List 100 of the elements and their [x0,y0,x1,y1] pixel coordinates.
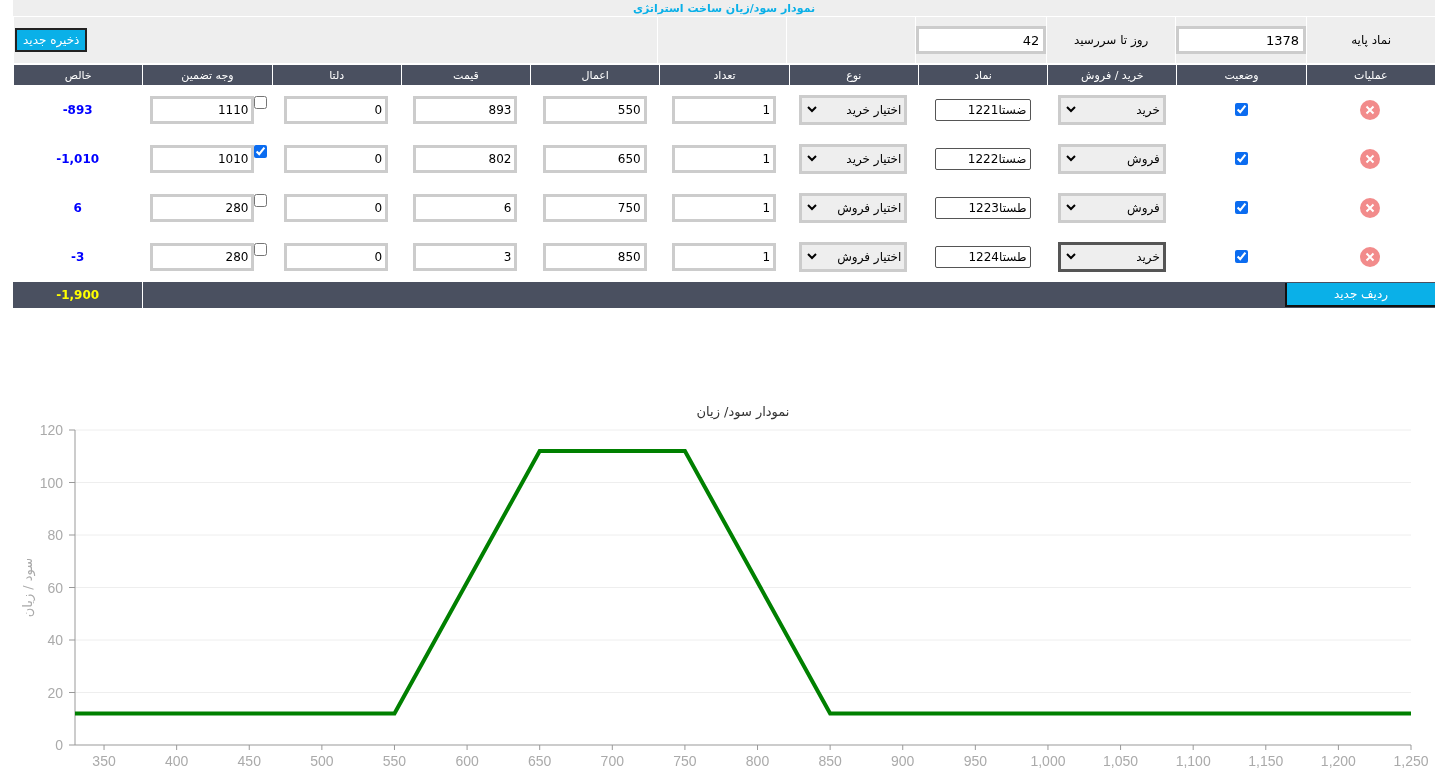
input-field[interactable]: 1110 [150,95,255,124]
column-header: وجه تضمین [142,65,272,85]
input-field[interactable]: 1378 [1176,26,1307,54]
dropdown[interactable]: اختیار فروش [799,241,908,272]
table-cell: -3 [71,249,85,264]
chevron-icon [807,106,818,113]
checkbox[interactable] [1234,201,1248,214]
tick-label: 80 [47,527,63,543]
tick-label: 1,050 [1103,753,1139,769]
chevron-icon [1065,106,1076,113]
chevron-icon [1065,253,1076,260]
table-cell: -1,010 [56,151,100,166]
tick-label: 550 [382,753,407,769]
column-header: اعمال [530,65,660,85]
chart-title: نمودار سود/ زیان [696,404,790,419]
column-header: خرید / فروش [1047,65,1177,85]
tick-label: 600 [455,753,479,769]
tick-label: 60 [47,579,63,596]
dropdown[interactable]: خرید [1057,94,1166,125]
input-field[interactable]: 280 [150,193,255,222]
tick-label: 750 [673,753,697,769]
column-header: خالص [13,65,143,85]
checkbox[interactable] [254,243,268,256]
tick-label: 1,100 [1175,753,1211,769]
input-field[interactable]: طستا1224 [934,245,1031,268]
delete-icon[interactable] [1360,99,1381,120]
chevron-icon [807,155,818,162]
dropdown[interactable]: اختیار فروش [799,192,908,223]
checkbox[interactable] [254,194,268,207]
dropdown[interactable]: اختیار خرید [799,94,908,125]
table-cell: -893 [62,102,93,117]
input-field[interactable]: 6 [413,193,518,222]
input-field[interactable]: 0 [284,95,389,124]
axis-label: سود / زیان [20,557,35,618]
field-label: روز تا سررسید [1073,33,1149,47]
input-field[interactable]: 0 [284,144,389,173]
delete-icon[interactable] [1360,197,1381,218]
input-field[interactable]: 3 [413,242,518,271]
input-field[interactable]: 1 [672,144,776,173]
dropdown[interactable]: اختیار خرید [799,143,908,174]
dropdown[interactable]: فروش [1057,192,1166,223]
tick-label: 900 [891,753,915,769]
column-header: تعداد [659,65,789,85]
input-field[interactable]: 0 [284,242,389,271]
chevron-icon [1065,204,1076,211]
tick-label: 100 [39,474,63,491]
input-field[interactable]: 1 [672,95,776,124]
tick-label: 950 [963,753,988,769]
chevron-icon [807,253,818,260]
input-field[interactable]: 650 [542,144,647,173]
dropdown[interactable]: فروش [1057,143,1166,174]
input-field[interactable]: 0 [284,193,389,222]
input-field[interactable]: 893 [413,95,518,124]
tick-label: 120 [39,422,63,438]
input-field[interactable]: 280 [150,242,255,271]
table-cell: 6 [73,200,82,215]
tick-label: 20 [47,684,63,701]
tick-label: 0 [55,737,63,753]
input-field[interactable]: 802 [413,144,518,173]
tick-label: 1,150 [1248,753,1284,769]
delete-icon[interactable] [1360,148,1381,169]
input-field[interactable]: ضستا1221 [934,98,1031,121]
checkbox[interactable] [1234,250,1248,263]
checkbox[interactable] [254,96,268,109]
checkbox[interactable] [254,145,268,158]
column-header: نوع [788,65,918,85]
input-field[interactable]: 750 [542,193,647,222]
chevron-icon [807,204,818,211]
input-field[interactable]: 1010 [150,144,255,173]
field-label: نماد پایه [1351,33,1391,47]
input-field[interactable]: 550 [542,95,647,124]
tick-label: 40 [47,632,63,648]
tick-label: 800 [745,753,770,769]
column-header: نماد [917,65,1048,85]
tick-label: 350 [92,753,116,769]
column-header: قیمت [400,65,531,85]
checkbox[interactable] [1234,152,1248,165]
tick-label: 1,200 [1320,753,1356,769]
input-field[interactable]: ضستا1222 [934,147,1031,170]
page-title: نمودار سود/زیان ساخت استراتژی [632,1,816,15]
input-field[interactable]: طستا1223 [934,196,1031,219]
input-field[interactable]: 850 [542,242,647,271]
input-field[interactable]: 42 [916,26,1047,54]
column-header: وضعیت [1176,65,1306,85]
tick-label: 400 [164,753,189,769]
tick-label: 1,250 [1393,753,1429,769]
tick-label: 850 [818,753,842,769]
tick-label: 450 [237,753,261,769]
tick-label: 650 [528,753,552,769]
column-header: عملیات [1305,65,1435,85]
total-value: -1,900 [56,288,100,302]
delete-icon[interactable] [1360,246,1381,267]
column-header: دلتا [271,65,401,85]
chevron-icon [1065,155,1076,162]
input-field[interactable]: 1 [672,242,776,271]
input-field[interactable]: 1 [672,193,776,222]
tick-label: 1,000 [1030,753,1066,769]
tick-label: 500 [310,753,334,769]
checkbox[interactable] [1234,103,1248,116]
dropdown[interactable]: خرید [1057,241,1166,272]
